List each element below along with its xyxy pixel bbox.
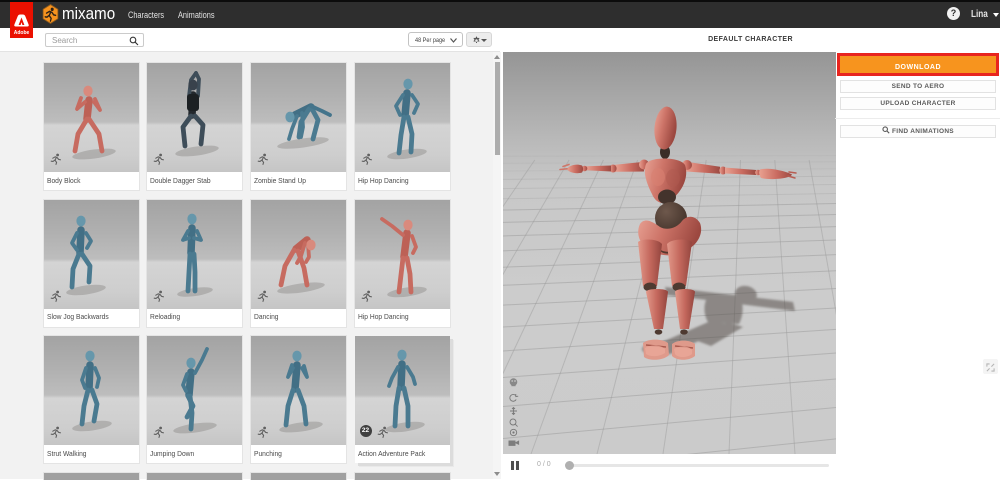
svg-text:Adobe: Adobe: [14, 30, 30, 36]
